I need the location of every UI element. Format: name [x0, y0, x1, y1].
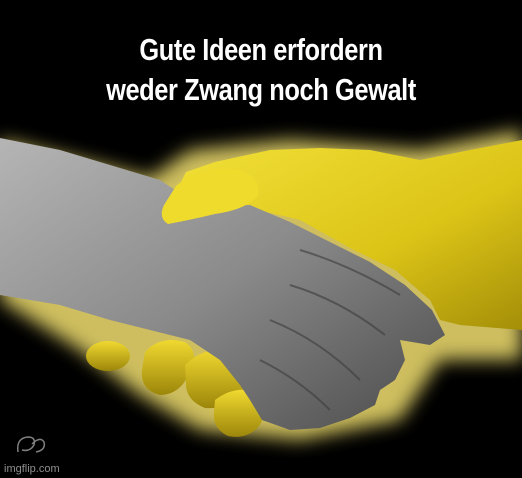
caption-line-2: weder Zwang noch Gewalt [106, 72, 416, 107]
caption-line-1: Gute Ideen erfordern [139, 32, 383, 67]
artist-signature-icon [16, 436, 46, 453]
meme-caption: Gute Ideen erfordern weder Zwang noch Ge… [47, 30, 475, 110]
imgflip-watermark: imgflip.com [4, 463, 60, 475]
meme-canvas: Gute Ideen erfordern weder Zwang noch Ge… [0, 0, 522, 478]
